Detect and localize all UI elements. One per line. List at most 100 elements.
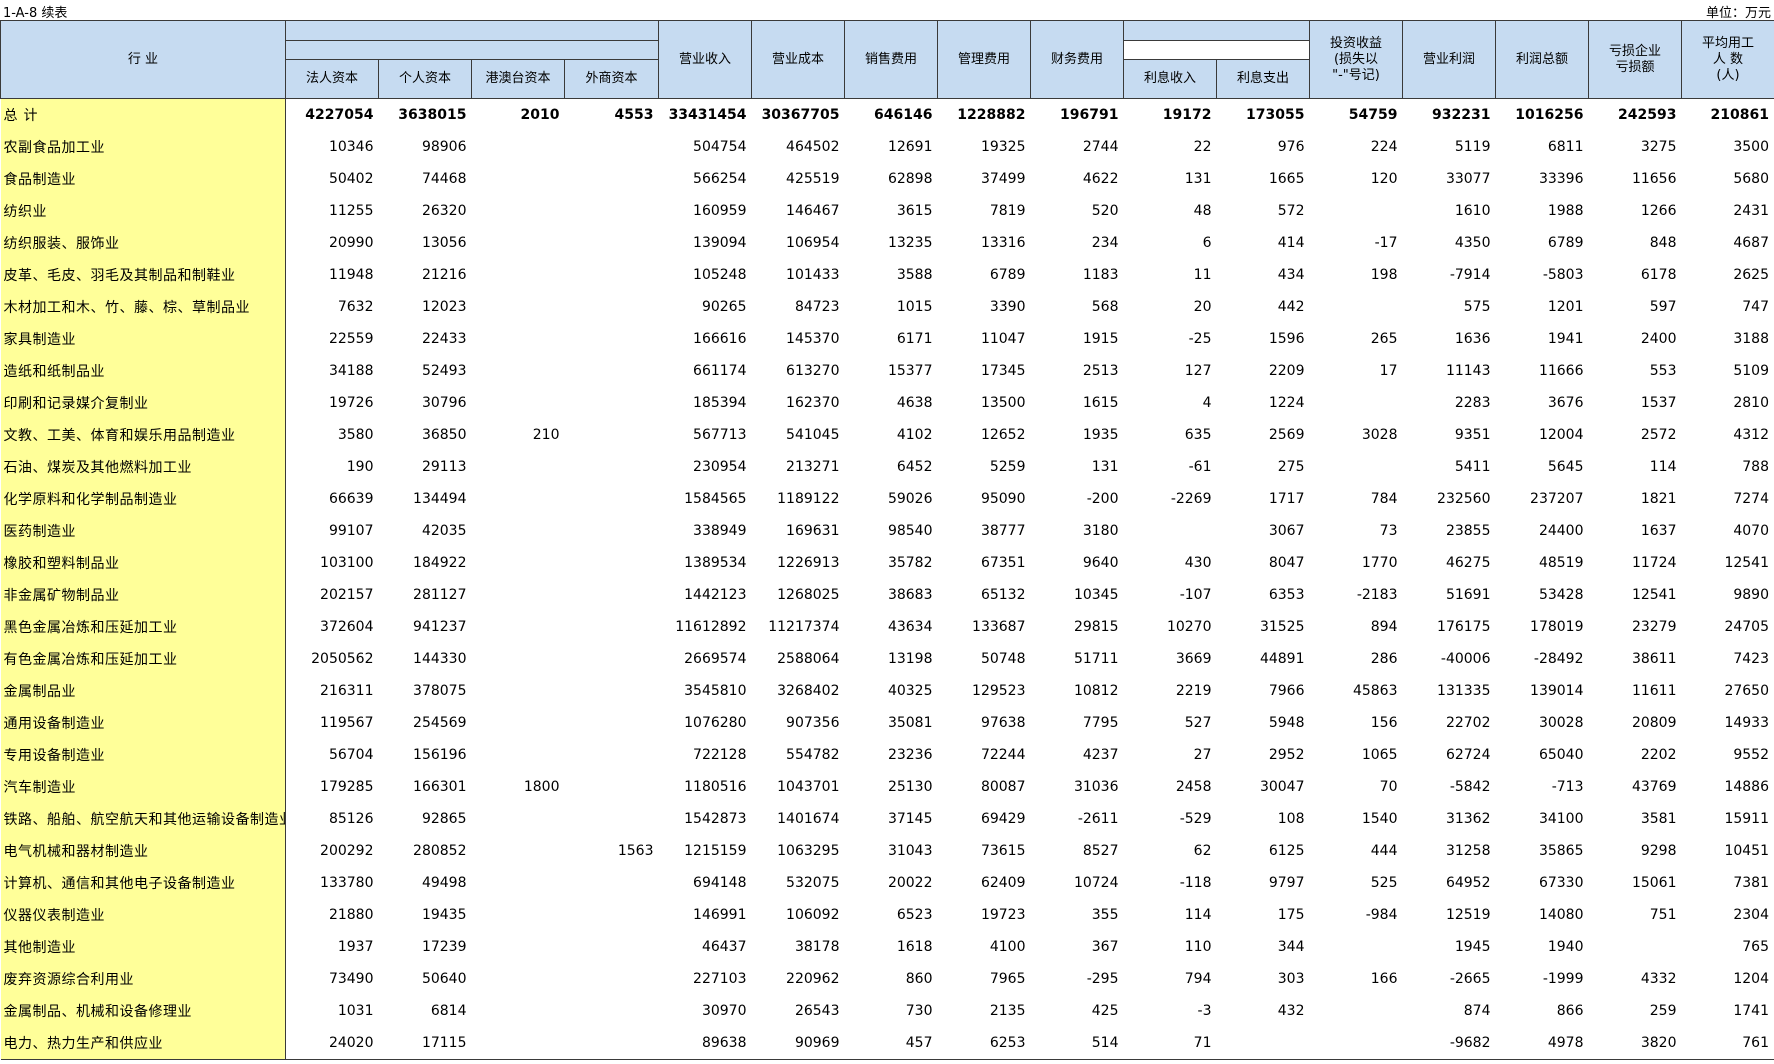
value-cell: 35865 xyxy=(1538,843,1584,859)
value-cell: 89638 xyxy=(658,1027,752,1060)
value-cell: 31043 xyxy=(887,843,933,859)
value-cell: 26543 xyxy=(794,1003,840,1019)
value-cell: 216311 xyxy=(320,683,374,699)
industry-name-cell: 电气机械和器材制造业 xyxy=(0,835,286,867)
value-cell: 14886 xyxy=(1681,771,1774,803)
value-cell: 110 xyxy=(1184,939,1212,955)
value-cell: 29113 xyxy=(421,459,467,475)
value-cell: 26320 xyxy=(421,203,467,219)
value-cell: 11612892 xyxy=(675,619,747,635)
value-cell: 38178 xyxy=(794,939,840,955)
value-cell: 97638 xyxy=(980,715,1026,731)
value-cell: 98906 xyxy=(421,139,467,155)
value-cell: 62409 xyxy=(980,875,1026,891)
industry-name-cell: 汽车制造业 xyxy=(0,771,286,803)
value-cell: 4687 xyxy=(1681,227,1774,259)
value-cell: 3390 xyxy=(989,299,1026,315)
value-cell: 27650 xyxy=(1681,675,1774,707)
value-cell: 44891 xyxy=(1259,651,1305,667)
value-cell xyxy=(472,931,565,963)
value-cell: 372604 xyxy=(320,619,374,635)
value-cell: 275 xyxy=(1277,459,1305,475)
value-cell: 166301 xyxy=(413,779,467,795)
value-cell: 6 xyxy=(1202,235,1212,251)
value-cell: -28492 xyxy=(1533,651,1584,667)
value-cell: -984 xyxy=(1365,907,1398,923)
value-cell: 1204 xyxy=(1681,963,1774,995)
value-cell: 2209 xyxy=(1268,363,1305,379)
value-cell: 722128 xyxy=(693,747,747,763)
value-cell: 38683 xyxy=(887,587,933,603)
value-cell: 425519 xyxy=(786,171,840,187)
value-cell xyxy=(565,195,659,227)
table-row: 木材加工和木、竹、藤、棕、草制品业 7632 12023 90265 84723 1015… xyxy=(0,291,1774,323)
value-cell xyxy=(472,707,565,739)
value-cell xyxy=(472,867,565,899)
header-sales-expense: 销售费用 xyxy=(844,20,938,99)
value-cell: 90265 xyxy=(701,299,747,315)
value-cell: 17115 xyxy=(378,1027,472,1060)
value-cell: 30367705 xyxy=(761,107,840,123)
header-employees-line2: 人 数 xyxy=(1712,51,1744,67)
value-cell: -118 xyxy=(1179,875,1212,891)
value-cell: 2050562 xyxy=(311,651,374,667)
table-row: 通用设备制造业 119567 254569 1076280 907356 35081 976… xyxy=(0,707,1774,739)
value-cell: 866 xyxy=(1556,1003,1584,1019)
value-cell: 7966 xyxy=(1268,683,1305,699)
value-cell: 34100 xyxy=(1538,811,1584,827)
value-cell: 19325 xyxy=(980,139,1026,155)
value-cell: 7795 xyxy=(1082,715,1119,731)
value-cell: 3268402 xyxy=(777,683,840,699)
value-cell: 46437 xyxy=(701,939,747,955)
value-cell: 430 xyxy=(1184,555,1212,571)
value-cell: 10345 xyxy=(1073,587,1119,603)
value-cell: 6125 xyxy=(1268,843,1305,859)
value-cell: 1215159 xyxy=(684,843,747,859)
value-cell: 52493 xyxy=(421,363,467,379)
value-cell: 23855 xyxy=(1445,523,1491,539)
value-cell xyxy=(472,739,565,771)
value-cell xyxy=(472,899,565,931)
value-cell: 129523 xyxy=(972,683,1026,699)
value-cell: 3180 xyxy=(1082,523,1119,539)
value-cell: 65040 xyxy=(1538,747,1584,763)
value-cell: 166616 xyxy=(693,331,747,347)
total-row: 总计 4227054 3638015 2010 4553 33431454 30367705… xyxy=(0,98,1774,131)
header-industry: 行 业 xyxy=(0,20,286,99)
header-loss-line2: 亏损额 xyxy=(1615,59,1655,75)
value-cell: 43634 xyxy=(887,619,933,635)
header-employees-line3: (人) xyxy=(1716,67,1740,83)
value-cell: 4350 xyxy=(1454,235,1491,251)
value-cell: 13500 xyxy=(980,395,1026,411)
header-employees-line1: 平均用工 xyxy=(1701,35,1754,51)
value-cell: 12519 xyxy=(1445,907,1491,923)
header-financial-expense: 财务费用 xyxy=(1030,20,1124,99)
value-cell: 1043701 xyxy=(777,779,840,795)
value-cell: 23236 xyxy=(887,747,933,763)
value-cell: 434 xyxy=(1277,267,1305,283)
value-cell: 17345 xyxy=(980,363,1026,379)
value-cell: 98540 xyxy=(887,523,933,539)
header-interest-group xyxy=(1123,20,1310,41)
header-loss-line1: 亏损企业 xyxy=(1608,43,1661,59)
value-cell: 2458 xyxy=(1175,779,1212,795)
industry-name-cell: 化学原料和化学制品制造业 xyxy=(0,483,286,515)
industry-name-cell: 食品制造业 xyxy=(0,163,286,195)
value-cell: 12652 xyxy=(980,427,1026,443)
value-cell: 73615 xyxy=(980,843,1026,859)
value-cell: 635 xyxy=(1184,427,1212,443)
value-cell: 504754 xyxy=(693,139,747,155)
value-cell: 694148 xyxy=(693,875,747,891)
value-cell xyxy=(565,483,659,515)
value-cell: 224 xyxy=(1370,139,1398,155)
value-cell: 12691 xyxy=(887,139,933,155)
value-cell: 9797 xyxy=(1268,875,1305,891)
value-cell: 367 xyxy=(1091,939,1119,955)
value-cell: 106954 xyxy=(786,235,840,251)
value-cell: 237207 xyxy=(1530,491,1584,507)
value-cell: 1065 xyxy=(1361,747,1398,763)
value-cell: 4227054 xyxy=(305,107,374,123)
value-cell: 146467 xyxy=(786,203,840,219)
table-row: 废弃资源综合利用业 73490 50640 227103 220962 860 7965 -2… xyxy=(0,963,1774,995)
value-cell: 3028 xyxy=(1361,427,1398,443)
